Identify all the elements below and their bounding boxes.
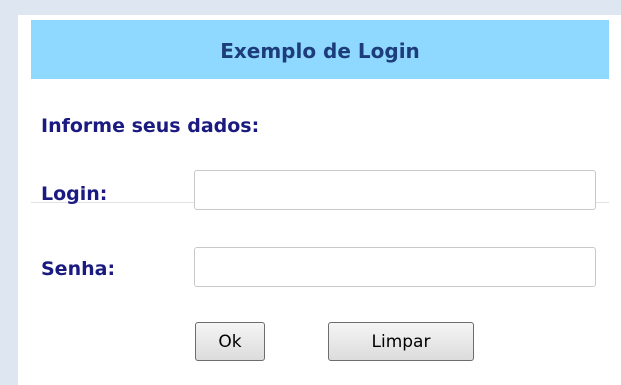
login-panel: Exemplo de Login Informe seus dados: Log… xyxy=(18,15,621,385)
senha-label: Senha: xyxy=(41,258,116,280)
senha-input[interactable] xyxy=(194,247,596,287)
login-input[interactable] xyxy=(194,170,596,210)
page-title: Exemplo de Login xyxy=(220,38,420,63)
header-bar: Exemplo de Login xyxy=(31,20,609,79)
ok-button[interactable]: Ok xyxy=(195,322,265,361)
login-label: Login: xyxy=(41,183,108,205)
limpar-button[interactable]: Limpar xyxy=(328,322,474,361)
form-subtitle: Informe seus dados: xyxy=(41,115,260,137)
